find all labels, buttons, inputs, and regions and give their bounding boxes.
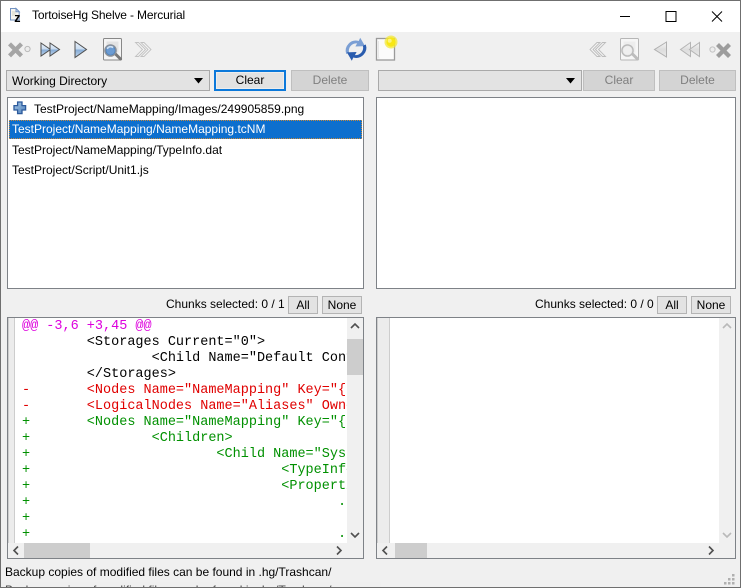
svg-text:z: z bbox=[14, 11, 20, 25]
